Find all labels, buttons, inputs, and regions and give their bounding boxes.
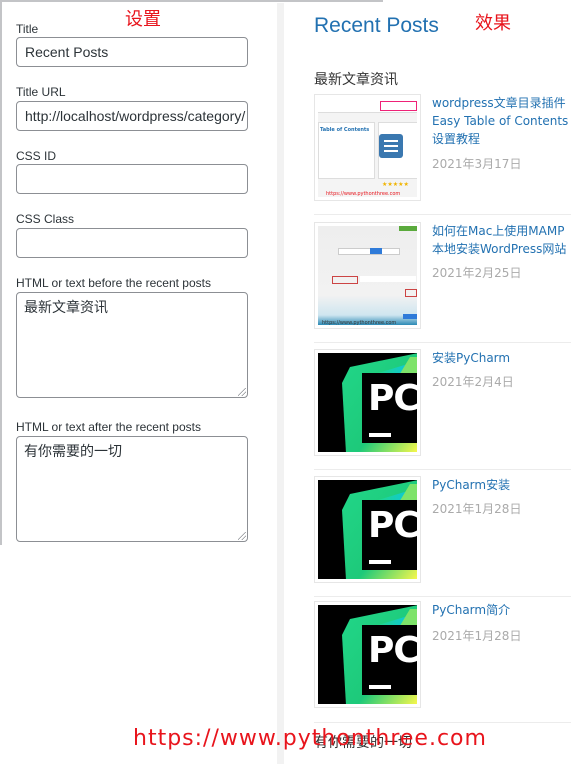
result-annotation: 效果 [475,13,511,34]
star-rating-icon: ★★★★★ [382,181,409,188]
post-date: 2021年2月25日 [432,266,522,280]
css-class-input[interactable] [16,228,248,258]
list-icon [379,134,403,158]
resize-handle-icon[interactable] [238,532,246,540]
css-class-label: CSS Class [16,212,75,226]
panel-top-border [277,0,383,2]
mamp-screenshot: https://www.pythonthree.com [318,226,417,325]
css-id-label: CSS ID [16,149,57,163]
thumb-watermark: https://www.pythonthree.com [322,320,397,325]
post-thumbnail[interactable]: Table of Contents ★★★★★ https://www.pyth… [314,94,421,201]
settings-annotation: 设置 [125,9,161,30]
before-posts-text: 最新文章资讯 [314,72,398,88]
post-item: PC PyCharm安装 2021年1月28日 [314,476,571,600]
pc-logo-text: PC [368,378,417,419]
post-title-link[interactable]: PyCharm简介 [432,601,570,619]
resize-handle-icon[interactable] [238,388,246,396]
pc-logo-text: PC [368,630,417,671]
panel-divider [277,3,284,764]
post-date: 2021年1月28日 [432,629,522,643]
title-url-input[interactable]: http://localhost/wordpress/category/ [16,101,248,131]
post-thumbnail[interactable]: PC [314,349,421,456]
post-date: 2021年2月4日 [432,375,514,389]
post-title-link[interactable]: wordpress文章目录插件Easy Table of Contents设置教… [432,94,570,148]
post-date: 2021年1月28日 [432,502,522,516]
post-title-link[interactable]: 安装PyCharm [432,349,570,367]
easy-toc-screenshot: Table of Contents ★★★★★ https://www.pyth… [318,98,417,197]
pycharm-logo-icon: PC [318,605,417,704]
post-date: 2021年3月17日 [432,157,522,171]
post-separator [314,596,571,597]
post-separator [314,469,571,470]
watermark-text: https://www.pythonthree.com [133,726,487,751]
post-item: PC PyCharm简介 2021年1月28日 [314,601,571,725]
before-text-label: HTML or text before the recent posts [16,276,211,290]
title-input[interactable]: Recent Posts [16,37,248,67]
post-item: PC 安装PyCharm 2021年2月4日 [314,349,571,473]
widget-title-link[interactable]: Recent Posts [314,14,439,38]
post-separator [314,214,571,215]
post-item: Table of Contents ★★★★★ https://www.pyth… [314,94,571,218]
after-text-textarea[interactable]: 有你需要的一切 [16,436,248,542]
pc-logo-text: PC [368,505,417,546]
post-thumbnail[interactable]: https://www.pythonthree.com [314,222,421,329]
after-text-label: HTML or text after the recent posts [16,420,201,434]
title-url-label: Title URL [16,85,66,99]
pycharm-logo-icon: PC [318,353,417,452]
pycharm-logo-icon: PC [318,480,417,579]
toc-heading-text: Table of Contents [320,127,370,133]
after-text-value: 有你需要的一切 [24,444,122,460]
post-thumbnail[interactable]: PC [314,476,421,583]
css-id-input[interactable] [16,164,248,194]
before-text-textarea[interactable]: 最新文章资讯 [16,292,248,398]
post-item: https://www.pythonthree.com 如何在Mac上使用MAM… [314,222,571,346]
before-text-value: 最新文章资讯 [24,300,108,316]
post-title-link[interactable]: 如何在Mac上使用MAMP本地安装WordPress网站 [432,222,570,258]
post-separator [314,722,571,723]
thumb-watermark: https://www.pythonthree.com [326,191,401,197]
title-label: Title [16,22,39,36]
post-separator [314,342,571,343]
post-thumbnail[interactable]: PC [314,601,421,708]
post-title-link[interactable]: PyCharm安装 [432,476,570,494]
